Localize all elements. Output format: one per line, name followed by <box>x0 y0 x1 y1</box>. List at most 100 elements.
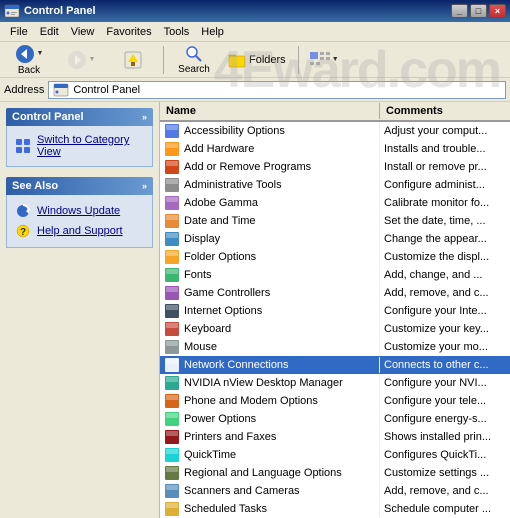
item-icon <box>164 411 180 427</box>
item-comment: Customize your mo... <box>380 341 510 353</box>
maximize-button[interactable]: □ <box>470 4 487 18</box>
list-item[interactable]: Scanners and CamerasAdd, remove, and c..… <box>160 482 510 500</box>
item-comment: Add, remove, and c... <box>380 287 510 299</box>
list-item[interactable]: Fonts Add, change, and ... <box>160 266 510 284</box>
column-headers: Name Comments <box>160 102 510 122</box>
up-button[interactable] <box>108 44 158 76</box>
toolbar-separator-2 <box>298 46 299 74</box>
item-icon <box>164 285 180 301</box>
list-item[interactable]: DisplayChange the appear... <box>160 230 510 248</box>
sidebar-header-seealso: See Also » <box>6 177 153 195</box>
col-header-name[interactable]: Name <box>160 103 380 119</box>
item-comment: Adjust your comput... <box>380 125 510 137</box>
views-button[interactable]: ▼ <box>304 44 344 76</box>
list-item[interactable]: Administrative Tools Configure administ..… <box>160 176 510 194</box>
list-item[interactable]: Folder Options Customize the displ... <box>160 248 510 266</box>
list-item[interactable]: QuickTimeConfigures QuickTi... <box>160 446 510 464</box>
content-area: Name Comments Accessibility OptionsAdjus… <box>160 102 510 518</box>
item-comment: Add, remove, and c... <box>380 485 510 497</box>
item-comment: Install or remove pr... <box>380 161 510 173</box>
minimize-button[interactable]: _ <box>451 4 468 18</box>
sidebar-item-help[interactable]: ? Help and Support <box>11 221 148 241</box>
list-item[interactable]: KeyboardCustomize your key... <box>160 320 510 338</box>
item-comment: Configure your Inte... <box>380 305 510 317</box>
list-item[interactable]: Add HardwareInstalls and trouble... <box>160 140 510 158</box>
sidebar-collapse-icon-cp[interactable]: » <box>142 112 147 122</box>
back-button[interactable]: ▼ Back <box>4 44 54 76</box>
list-item[interactable]: Phone and Modem Options Configure your te… <box>160 392 510 410</box>
item-comment: Shows installed prin... <box>380 431 510 443</box>
title-bar: Control Panel _ □ × <box>0 0 510 22</box>
list-item[interactable]: Game Controllers Add, remove, and c... <box>160 284 510 302</box>
svg-text:?: ? <box>20 227 26 238</box>
item-comment: Add, change, and ... <box>380 269 510 281</box>
menu-tools[interactable]: Tools <box>158 24 196 40</box>
item-name: Folder Options <box>184 251 256 263</box>
list-item[interactable]: Date and TimeSet the date, time, ... <box>160 212 510 230</box>
forward-icon <box>67 50 87 70</box>
item-comment: Installs and trouble... <box>380 143 510 155</box>
item-comment: Connects to other c... <box>380 359 510 371</box>
address-field[interactable]: Control Panel <box>48 81 506 99</box>
item-icon <box>164 429 180 445</box>
windows-update-label: Windows Update <box>37 205 120 217</box>
sidebar-item-switch-view[interactable]: Switch to Category View <box>11 132 148 160</box>
sidebar-section-seealso: See Also » Windows Update ? Help and Sup… <box>6 177 153 248</box>
list-item[interactable]: NVIDIA nView Desktop ManagerConfigure yo… <box>160 374 510 392</box>
list-item[interactable]: MouseCustomize your mo... <box>160 338 510 356</box>
sidebar-collapse-icon-seealso[interactable]: » <box>142 181 147 191</box>
sidebar-item-windows-update[interactable]: Windows Update <box>11 201 148 221</box>
back-arrow: ▼ <box>37 50 44 57</box>
list-item[interactable]: Adobe GammaCalibrate monitor fo... <box>160 194 510 212</box>
switch-view-label: Switch to Category View <box>37 134 144 158</box>
list-item[interactable]: Network ConnectionsConnects to other c..… <box>160 356 510 374</box>
item-icon <box>164 141 180 157</box>
list-item[interactable]: Internet Options Configure your Inte... <box>160 302 510 320</box>
item-comment: Customize your key... <box>380 323 510 335</box>
close-button[interactable]: × <box>489 4 506 18</box>
switch-view-icon <box>15 138 31 154</box>
item-icon <box>164 249 180 265</box>
list-item[interactable]: Printers and FaxesShows installed prin..… <box>160 428 510 446</box>
item-icon <box>164 303 180 319</box>
item-name: Administrative Tools <box>184 179 282 191</box>
menu-view[interactable]: View <box>65 24 101 40</box>
menu-help[interactable]: Help <box>195 24 230 40</box>
col-header-comments[interactable]: Comments <box>380 103 510 119</box>
folders-button[interactable]: Folders <box>221 44 293 76</box>
sidebar-body-cp: Switch to Category View <box>6 126 153 167</box>
menu-favorites[interactable]: Favorites <box>100 24 157 40</box>
item-comment: Schedule computer ... <box>380 503 510 515</box>
views-icon <box>309 50 331 70</box>
items-list[interactable]: Accessibility OptionsAdjust your comput.… <box>160 122 510 518</box>
address-bar: Address Control Panel <box>0 78 510 102</box>
sidebar-cp-label: Control Panel <box>12 111 84 123</box>
item-name: Fonts <box>184 269 212 281</box>
item-comment: Customize the displ... <box>380 251 510 263</box>
sidebar-body-seealso: Windows Update ? Help and Support <box>6 195 153 248</box>
list-item[interactable]: Accessibility OptionsAdjust your comput.… <box>160 122 510 140</box>
menu-edit[interactable]: Edit <box>34 24 65 40</box>
help-label: Help and Support <box>37 225 123 237</box>
item-name: Phone and Modem Options <box>184 395 318 407</box>
item-comment: Configure administ... <box>380 179 510 191</box>
item-icon <box>164 123 180 139</box>
list-item[interactable]: Power OptionsConfigure energy-s... <box>160 410 510 428</box>
item-comment: Configure your tele... <box>380 395 510 407</box>
up-icon <box>123 50 143 70</box>
folders-label: Folders <box>249 54 286 66</box>
windows-update-icon <box>15 203 31 219</box>
forward-button[interactable]: ▼ <box>56 44 106 76</box>
item-comment: Configure your NVI... <box>380 377 510 389</box>
search-button[interactable]: Search <box>169 44 219 76</box>
item-comment: Configure energy-s... <box>380 413 510 425</box>
item-name: Game Controllers <box>184 287 270 299</box>
title-bar-title: Control Panel <box>24 5 96 17</box>
item-name: Internet Options <box>184 305 262 317</box>
menu-bar: File Edit View Favorites Tools Help <box>0 22 510 42</box>
list-item[interactable]: Scheduled TasksSchedule computer ... <box>160 500 510 518</box>
list-item[interactable]: Regional and Language OptionsCustomize s… <box>160 464 510 482</box>
search-icon <box>185 45 203 63</box>
menu-file[interactable]: File <box>4 24 34 40</box>
list-item[interactable]: Add or Remove ProgramsInstall or remove … <box>160 158 510 176</box>
